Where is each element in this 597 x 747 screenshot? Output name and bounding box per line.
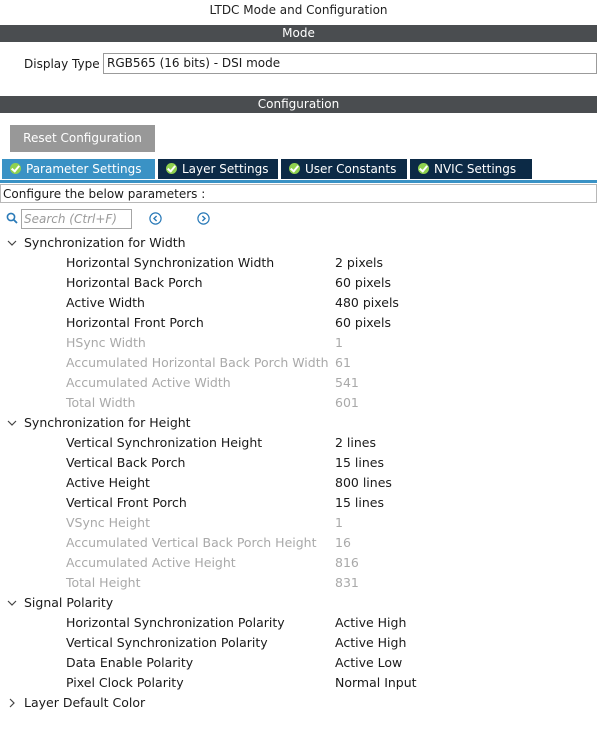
- param-row[interactable]: Vertical Front Porch 15 lines: [0, 493, 597, 513]
- param-name: Active Height: [66, 475, 150, 490]
- param-value[interactable]: Normal Input: [335, 673, 417, 693]
- display-type-select[interactable]: RGB565 (16 bits) - DSI mode: [103, 53, 597, 74]
- param-row[interactable]: Vertical Synchronization Height 2 lines: [0, 433, 597, 453]
- param-value: 61: [335, 355, 351, 370]
- param-row-readonly: Total Height 831: [0, 573, 597, 593]
- param-row-readonly: Accumulated Active Width 541: [0, 373, 597, 393]
- param-value[interactable]: 15 lines: [335, 493, 384, 513]
- param-value[interactable]: 60 pixels: [335, 313, 391, 333]
- param-name: HSync Width: [66, 335, 146, 350]
- display-type-label: Display Type: [24, 57, 100, 71]
- param-value[interactable]: 480 pixels: [335, 293, 399, 313]
- param-row[interactable]: Pixel Clock Polarity Normal Input: [0, 673, 597, 693]
- group-synchronization-width[interactable]: Synchronization for Width: [0, 233, 597, 253]
- param-value: 816: [335, 555, 359, 570]
- param-name: VSync Height: [66, 515, 150, 530]
- chevron-down-icon: [7, 240, 17, 246]
- param-name: Horizontal Synchronization Width: [66, 255, 275, 270]
- check-circle-icon: [418, 163, 429, 174]
- param-name: Vertical Synchronization Polarity: [66, 635, 268, 650]
- param-value: 1: [335, 335, 343, 350]
- param-value[interactable]: 60 pixels: [335, 273, 391, 293]
- search-input[interactable]: [21, 209, 132, 229]
- param-row[interactable]: Horizontal Synchronization Polarity Activ…: [0, 613, 597, 633]
- tab-user-constants[interactable]: User Constants: [281, 159, 407, 179]
- group-synchronization-height[interactable]: Synchronization for Height: [0, 413, 597, 433]
- group-label: Synchronization for Width: [24, 235, 186, 250]
- search-icon: [6, 212, 18, 224]
- param-name: Pixel Clock Polarity: [66, 675, 184, 690]
- param-row-readonly: Total Width 601: [0, 393, 597, 413]
- group-label: Synchronization for Height: [24, 415, 191, 430]
- chevron-right-icon: [9, 698, 15, 708]
- param-value[interactable]: Active High: [335, 633, 406, 653]
- param-value: 541: [335, 375, 359, 390]
- param-row-readonly: Accumulated Vertical Back Porch Height 16: [0, 533, 597, 553]
- param-value: 16: [335, 535, 351, 550]
- group-layer-default-color[interactable]: Layer Default Color: [0, 693, 597, 713]
- param-row-readonly: Accumulated Active Height 816: [0, 553, 597, 573]
- param-value[interactable]: 800 lines: [335, 473, 392, 493]
- param-row[interactable]: Active Width 480 pixels: [0, 293, 597, 313]
- mode-header: Mode: [0, 25, 597, 42]
- tab-label: NVIC Settings: [434, 162, 517, 176]
- configuration-header: Configuration: [0, 96, 597, 113]
- check-circle-icon: [166, 163, 177, 174]
- param-name: Accumulated Active Width: [66, 375, 231, 390]
- param-value: 601: [335, 395, 359, 410]
- param-row[interactable]: Horizontal Back Porch 60 pixels: [0, 273, 597, 293]
- group-label: Signal Polarity: [24, 595, 114, 610]
- param-value[interactable]: 15 lines: [335, 453, 384, 473]
- reset-configuration-button[interactable]: Reset Configuration: [10, 125, 155, 152]
- param-name: Accumulated Vertical Back Porch Height: [66, 535, 317, 550]
- param-row-readonly: VSync Height 1: [0, 513, 597, 533]
- chevron-down-icon: [7, 600, 17, 606]
- chevron-down-icon: [7, 420, 17, 426]
- param-name: Vertical Synchronization Height: [66, 435, 263, 450]
- param-row[interactable]: Horizontal Synchronization Width 2 pixels: [0, 253, 597, 273]
- param-row[interactable]: Vertical Back Porch 15 lines: [0, 453, 597, 473]
- group-signal-polarity[interactable]: Signal Polarity: [0, 593, 597, 613]
- param-name: Total Width: [66, 395, 136, 410]
- next-match-icon[interactable]: [197, 212, 210, 225]
- param-name: Accumulated Active Height: [66, 555, 236, 570]
- param-value[interactable]: Active Low: [335, 653, 402, 673]
- configuration-tabs: Parameter Settings Layer Settings User C…: [0, 159, 597, 181]
- param-row[interactable]: Active Height 800 lines: [0, 473, 597, 493]
- param-value[interactable]: 2 pixels: [335, 253, 383, 273]
- tab-parameter-settings[interactable]: Parameter Settings: [2, 159, 155, 179]
- tabs-underline: [0, 180, 597, 183]
- check-circle-icon: [289, 163, 300, 174]
- param-value[interactable]: 2 lines: [335, 433, 376, 453]
- tab-layer-settings[interactable]: Layer Settings: [158, 159, 278, 179]
- param-name: Horizontal Back Porch: [66, 275, 203, 290]
- param-row-readonly: Accumulated Horizontal Back Porch Width 6…: [0, 353, 597, 373]
- param-row[interactable]: Horizontal Front Porch 60 pixels: [0, 313, 597, 333]
- param-name: Total Height: [66, 575, 141, 590]
- group-label: Layer Default Color: [24, 695, 146, 710]
- param-name: Data Enable Polarity: [66, 655, 194, 670]
- tab-label: User Constants: [305, 162, 397, 176]
- param-value: 1: [335, 515, 343, 530]
- param-name: Vertical Front Porch: [66, 495, 187, 510]
- param-name: Vertical Back Porch: [66, 455, 186, 470]
- param-row[interactable]: Data Enable Polarity Active Low: [0, 653, 597, 673]
- tab-label: Parameter Settings: [26, 162, 142, 176]
- param-row[interactable]: Vertical Synchronization Polarity Active …: [0, 633, 597, 653]
- param-name: Horizontal Front Porch: [66, 315, 204, 330]
- param-value: 831: [335, 575, 359, 590]
- param-name: Horizontal Synchronization Polarity: [66, 615, 285, 630]
- instruction-text: Configure the below parameters :: [0, 184, 597, 203]
- tab-label: Layer Settings: [182, 162, 269, 176]
- param-name: Active Width: [66, 295, 145, 310]
- tab-nvic-settings[interactable]: NVIC Settings: [410, 159, 532, 179]
- param-row-readonly: HSync Width 1: [0, 333, 597, 353]
- check-circle-icon: [10, 163, 21, 174]
- param-name: Accumulated Horizontal Back Porch Width: [66, 355, 329, 370]
- param-value[interactable]: Active High: [335, 613, 406, 633]
- previous-match-icon[interactable]: [149, 212, 162, 225]
- window-title: LTDC Mode and Configuration: [209, 3, 388, 17]
